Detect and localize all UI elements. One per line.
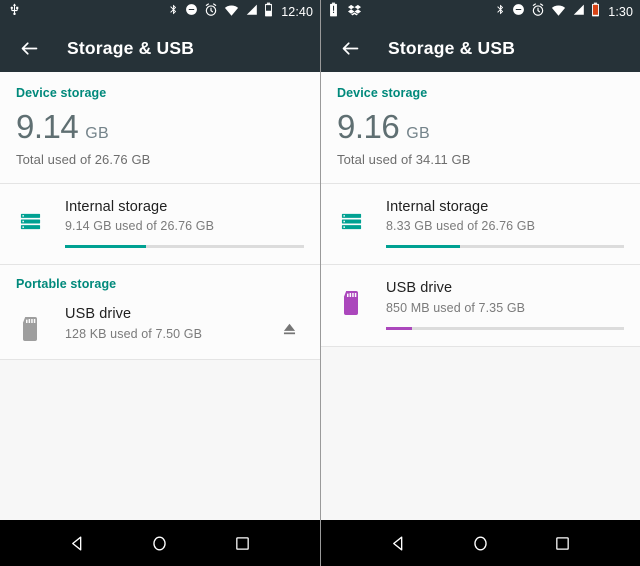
screen-right: 1:30 Storage & USB Device storage 9.16 G… xyxy=(320,0,640,566)
nav-back-button[interactable] xyxy=(380,525,416,561)
internal-storage-progress-fill xyxy=(65,245,147,249)
usb-drive-subtitle: 850 MB used of 7.35 GB xyxy=(386,301,526,316)
device-storage-label: Device storage xyxy=(16,86,107,100)
sd-card-icon xyxy=(337,289,365,317)
internal-storage-progress xyxy=(65,245,304,249)
nav-recents-icon xyxy=(556,536,570,550)
internal-storage-title: Internal storage xyxy=(65,198,168,215)
nav-home-icon xyxy=(474,535,487,551)
signal-icon xyxy=(572,3,585,21)
battery-alert-icon xyxy=(329,2,338,22)
nav-home-icon xyxy=(153,535,167,551)
bluetooth-icon xyxy=(495,2,506,22)
nav-recents-button[interactable] xyxy=(545,525,581,561)
nav-home-button[interactable] xyxy=(462,525,498,561)
internal-storage-row[interactable]: Internal storage 9.14 GB used of 26.76 G… xyxy=(0,184,320,265)
back-button[interactable] xyxy=(16,35,42,61)
device-storage-card: Device storage 9.16 GB Total used of 34.… xyxy=(321,72,640,184)
signal-icon xyxy=(245,3,258,21)
internal-storage-info: Internal storage 9.14 GB used of 26.76 G… xyxy=(65,198,304,249)
device-storage-unit: GB xyxy=(85,125,109,142)
device-storage-label: Device storage xyxy=(337,86,428,100)
usb-drive-subtitle: 128 KB used of 7.50 GB xyxy=(65,327,203,342)
status-bar-left-icons xyxy=(329,2,362,22)
device-storage-summary: 9.16 GB Total used of 34.11 GB xyxy=(321,100,640,183)
storage-content: Device storage 9.16 GB Total used of 34.… xyxy=(321,72,640,520)
nav-back-icon xyxy=(71,535,82,551)
device-storage-subtitle: Total used of 26.76 GB xyxy=(16,151,151,167)
device-storage-card: Device storage 9.14 GB Total used of 26.… xyxy=(0,72,320,184)
internal-storage-progress xyxy=(386,245,624,249)
status-bar: 1:30 xyxy=(321,0,640,24)
internal-storage-card: Internal storage 8.33 GB used of 26.76 G… xyxy=(321,183,640,266)
internal-storage-icon xyxy=(337,208,365,236)
internal-storage-row[interactable]: Internal storage 8.33 GB used of 26.76 G… xyxy=(321,184,640,265)
portable-storage-label: Portable storage xyxy=(16,277,117,292)
usb-drive-title: USB drive xyxy=(386,280,453,297)
usb-drive-row[interactable]: USB drive 850 MB used of 7.35 GB xyxy=(321,265,640,346)
app-toolbar: Storage & USB xyxy=(321,24,640,72)
device-storage-value: 9.14 xyxy=(16,108,79,145)
status-bar-clock: 1:30 xyxy=(608,5,633,19)
internal-storage-subtitle: 9.14 GB used of 26.76 GB xyxy=(65,219,215,234)
system-navigation-bar xyxy=(321,520,640,566)
internal-storage-title: Internal storage xyxy=(386,198,489,215)
device-storage-subtitle: Total used of 34.11 GB xyxy=(337,151,471,167)
bluetooth-icon xyxy=(168,2,179,22)
nav-recents-icon xyxy=(236,536,249,550)
screen-left: 12:40 Storage & USB Device storage 9.14 … xyxy=(0,0,320,566)
device-storage-value: 9.16 xyxy=(337,108,400,145)
do-not-disturb-icon xyxy=(185,3,198,21)
status-bar: 12:40 xyxy=(0,0,320,24)
sd-card-icon xyxy=(16,315,44,343)
nav-back-icon xyxy=(392,535,402,551)
nav-recents-button[interactable] xyxy=(225,525,261,561)
dropbox-icon xyxy=(347,3,362,22)
dual-screenshot-comparison: 12:40 Storage & USB Device storage 9.14 … xyxy=(0,0,640,566)
internal-storage-card: Internal storage 9.14 GB used of 26.76 G… xyxy=(0,183,320,266)
status-bar-right-icons: 12:40 xyxy=(168,2,313,22)
device-storage-amount: 9.16 GB xyxy=(337,108,624,145)
nav-back-button[interactable] xyxy=(59,525,95,561)
back-arrow-icon xyxy=(21,41,37,55)
usb-drive-info: USB drive 850 MB used of 7.35 GB xyxy=(386,279,624,331)
usb-drive-progress-fill xyxy=(386,327,413,331)
wifi-icon xyxy=(224,3,239,21)
internal-storage-info: Internal storage 8.33 GB used of 26.76 G… xyxy=(386,198,624,249)
eject-button[interactable] xyxy=(274,313,304,343)
page-title: Storage & USB xyxy=(388,37,516,58)
eject-icon xyxy=(283,323,295,335)
usb-drive-progress xyxy=(386,327,624,331)
nav-home-button[interactable] xyxy=(142,525,178,561)
storage-content: Device storage 9.14 GB Total used of 26.… xyxy=(0,72,320,520)
app-toolbar: Storage & USB xyxy=(0,24,320,72)
usb-drive-info: USB drive 128 KB used of 7.50 GB xyxy=(65,305,268,341)
internal-storage-subtitle: 8.33 GB used of 26.76 GB xyxy=(386,219,536,234)
usb-drive-title: USB drive xyxy=(65,306,132,323)
system-navigation-bar xyxy=(0,520,320,566)
internal-storage-icon xyxy=(16,208,44,236)
alarm-icon xyxy=(531,2,545,22)
status-bar-right-icons: 1:30 xyxy=(495,2,633,22)
page-title: Storage & USB xyxy=(67,37,195,58)
device-storage-summary: 9.14 GB Total used of 26.76 GB xyxy=(0,100,320,183)
device-storage-amount: 9.14 GB xyxy=(16,108,304,145)
back-arrow-icon xyxy=(342,41,358,55)
portable-storage-card: Portable storage USB drive 128 KB used o… xyxy=(0,265,320,361)
do-not-disturb-icon xyxy=(512,3,525,21)
battery-icon xyxy=(264,2,273,22)
usb-icon xyxy=(8,2,21,22)
alarm-icon xyxy=(204,2,218,22)
status-bar-clock: 12:40 xyxy=(281,5,313,19)
battery-low-icon xyxy=(591,2,600,22)
wifi-icon xyxy=(551,3,566,21)
back-button[interactable] xyxy=(337,35,363,61)
internal-storage-progress-fill xyxy=(386,245,460,249)
status-bar-left-icons xyxy=(8,2,21,22)
usb-drive-row[interactable]: USB drive 128 KB used of 7.50 GB xyxy=(0,291,320,359)
portable-storage-card: USB drive 850 MB used of 7.35 GB xyxy=(321,265,640,348)
device-storage-unit: GB xyxy=(406,125,430,142)
